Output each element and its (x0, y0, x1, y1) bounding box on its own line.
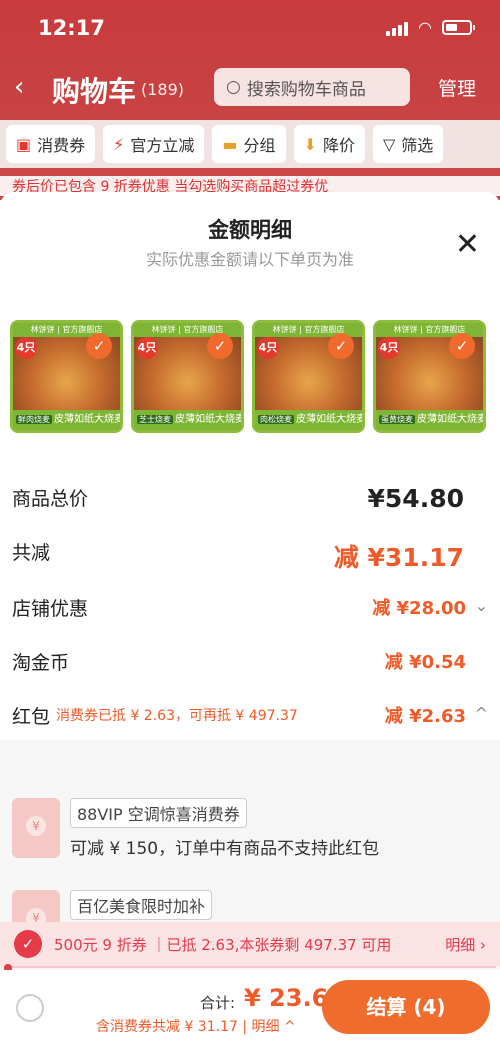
filter-label: 官方立减 (130, 136, 195, 155)
row-label: 商品总价 (12, 488, 89, 510)
battery-icon (442, 20, 475, 35)
status-bar: 12:17 ◠ (0, 0, 500, 58)
sheet-title: 金额明细 (208, 218, 292, 242)
row-total-discount: 共减 减 ¥31.17 (12, 538, 488, 572)
coupon-item[interactable]: 88VIP 空调惊喜消费券 可减 ¥ 150，订单中有商品不支持此红包 (12, 798, 488, 862)
amount-detail-sheet: 金额明细 实际优惠金额请以下单页为准 ✕ 林饼饼 | 官方旗舰店 4只 ✓ 鲜肉… (0, 192, 500, 1044)
promo-detail-link[interactable]: 明细 › (445, 934, 486, 955)
row-label: 淘金币 (12, 652, 70, 674)
product-name-strip: 蛋黄烧麦 皮薄如纸大烧麦 (376, 410, 483, 430)
qty-badge: 4只 (378, 337, 400, 359)
promo-text: 500元 9 折券 ｜已抵 2.63,本张券剩 497.37 可用 (54, 936, 392, 954)
hongbao-discount: 减 ¥2.63 (384, 706, 466, 727)
row-label: 红包 (12, 706, 51, 728)
back-icon[interactable]: ‹ (14, 72, 24, 102)
row-hongbao[interactable]: 红包 消费券已抵 ¥ 2.63，可再抵 ¥ 497.37 减 ¥2.63 ^ (12, 702, 488, 732)
product-name-strip: 芝士烧麦 皮薄如纸大烧麦 (134, 410, 241, 430)
filter-funnel[interactable]: ▽ 筛选 (372, 125, 444, 163)
flavor-tag: 芝士烧麦 (137, 415, 173, 424)
status-time: 12:17 (38, 16, 105, 40)
product-name-strip: 鲜肉烧麦 皮薄如纸大烧麦 (13, 410, 120, 430)
search-input[interactable]: ○ 搜索购物车商品 (214, 68, 410, 106)
check-icon: ✓ (207, 333, 233, 359)
coupon-icon: ▣ (16, 134, 32, 154)
chevron-up-icon: ^ (474, 704, 488, 723)
funnel-icon: ▽ (382, 134, 396, 154)
qty-badge: 4只 (15, 337, 37, 359)
folder-icon: ▬ (222, 134, 238, 154)
coupon-desc: 可减 ¥ 150，订单中有商品不支持此红包 (70, 839, 380, 859)
chevron-down-icon: ⌄ (474, 596, 488, 615)
lightning-icon: ⚡ (113, 134, 125, 154)
coupon-title: 百亿美食限时加补 (70, 890, 213, 920)
row-total-price: 商品总价 ¥54.80 (12, 484, 488, 514)
row-label: 共减 (12, 542, 51, 564)
product-thumbnail[interactable]: 林饼饼 | 官方旗舰店 4只 ✓ 鲜肉烧麦 皮薄如纸大烧麦 (10, 320, 123, 433)
total-price: ¥54.80 (367, 484, 464, 513)
qty-badge: 4只 (257, 337, 279, 359)
select-all-checkbox[interactable] (16, 994, 44, 1022)
sum-label: 合计: (200, 994, 236, 1012)
status-icons: ◠ (386, 18, 475, 37)
arrow-down-icon: ⬇ (303, 134, 317, 154)
filter-group[interactable]: ▬ 分组 (212, 125, 286, 163)
hongbao-note: 消费券已抵 ¥ 2.63，可再抵 ¥ 497.37 (56, 708, 298, 724)
checkout-button[interactable]: 结算 (4) (322, 980, 490, 1034)
product-name-strip: 肉松烧麦 皮薄如纸大烧麦 (255, 410, 362, 430)
page-title: 购物车 (52, 75, 137, 108)
total-discount: 减 ¥31.17 (333, 543, 464, 572)
filter-label: 降价 (322, 136, 355, 155)
product-name: 皮薄如纸大烧麦 (296, 414, 362, 425)
filter-label: 分组 (243, 136, 276, 155)
shop-discount: 减 ¥28.00 (372, 598, 466, 619)
product-name: 皮薄如纸大烧麦 (175, 414, 241, 425)
product-name: 皮薄如纸大烧麦 (417, 414, 483, 425)
filter-bar: ▣ 消费券 ⚡ 官方立减 ▬ 分组 ⬇ 降价 ▽ 筛选 (0, 120, 500, 168)
nav-bar: ‹ 购物车 (189) ○ 搜索购物车商品 管理 (0, 62, 500, 112)
check-icon: ✓ (86, 333, 112, 359)
product-thumbnail[interactable]: 林饼饼 | 官方旗舰店 4只 ✓ 肉松烧麦 皮薄如纸大烧麦 (252, 320, 365, 433)
sheet-subtitle: 实际优惠金额请以下单页为准 (145, 250, 354, 269)
filter-price-drop[interactable]: ⬇ 降价 (293, 125, 365, 163)
close-icon[interactable]: ✕ (455, 230, 480, 260)
flavor-tag: 鲜肉烧麦 (16, 415, 52, 424)
red-envelope-icon (12, 798, 60, 858)
flavor-tag: 蛋黄烧麦 (379, 415, 415, 424)
filter-official-discount[interactable]: ⚡ 官方立减 (103, 125, 205, 163)
checkout-footer: 合计: ¥ 23.63 含消费券共减 ¥ 31.17 | 明细 ^ 结算 (4) (0, 970, 500, 1044)
product-thumbnail[interactable]: 林饼饼 | 官方旗舰店 4只 ✓ 蛋黄烧麦 皮薄如纸大烧麦 (373, 320, 486, 433)
cart-count: (189) (141, 80, 185, 99)
coupon-title: 88VIP 空调惊喜消费券 (70, 798, 247, 828)
search-icon: ○ (226, 77, 241, 97)
product-name: 皮薄如纸大烧麦 (54, 414, 120, 425)
row-shop-discount[interactable]: 店铺优惠 减 ¥28.00 ⌄ (12, 594, 488, 624)
manage-button[interactable]: 管理 (438, 74, 476, 101)
product-thumbnails: 林饼饼 | 官方旗舰店 4只 ✓ 鲜肉烧麦 皮薄如纸大烧麦 林饼饼 | 官方旗舰店… (10, 320, 486, 433)
filter-label: 筛选 (401, 136, 434, 155)
coupon-promo-bar[interactable]: ✓ 500元 9 折券 ｜已抵 2.63,本张券剩 497.37 可用 明细 › (0, 922, 500, 966)
sum-note[interactable]: 含消费券共减 ¥ 31.17 | 明细 ^ (96, 1016, 296, 1036)
filter-coupon[interactable]: ▣ 消费券 (6, 125, 96, 163)
product-thumbnail[interactable]: 林饼饼 | 官方旗舰店 4只 ✓ 芝士烧麦 皮薄如纸大烧麦 (131, 320, 244, 433)
signal-icon (386, 20, 409, 36)
flavor-tag: 肉松烧麦 (258, 415, 294, 424)
row-label: 店铺优惠 (12, 598, 89, 620)
check-icon: ✓ (14, 930, 42, 958)
filter-label: 消费券 (37, 136, 86, 155)
check-icon: ✓ (449, 333, 475, 359)
row-taojinbi: 淘金币 减 ¥0.54 (12, 648, 488, 678)
wifi-icon: ◠ (418, 18, 432, 37)
check-icon: ✓ (328, 333, 354, 359)
search-placeholder: 搜索购物车商品 (246, 79, 366, 100)
qty-badge: 4只 (136, 337, 158, 359)
coin-discount: 减 ¥0.54 (384, 652, 466, 673)
